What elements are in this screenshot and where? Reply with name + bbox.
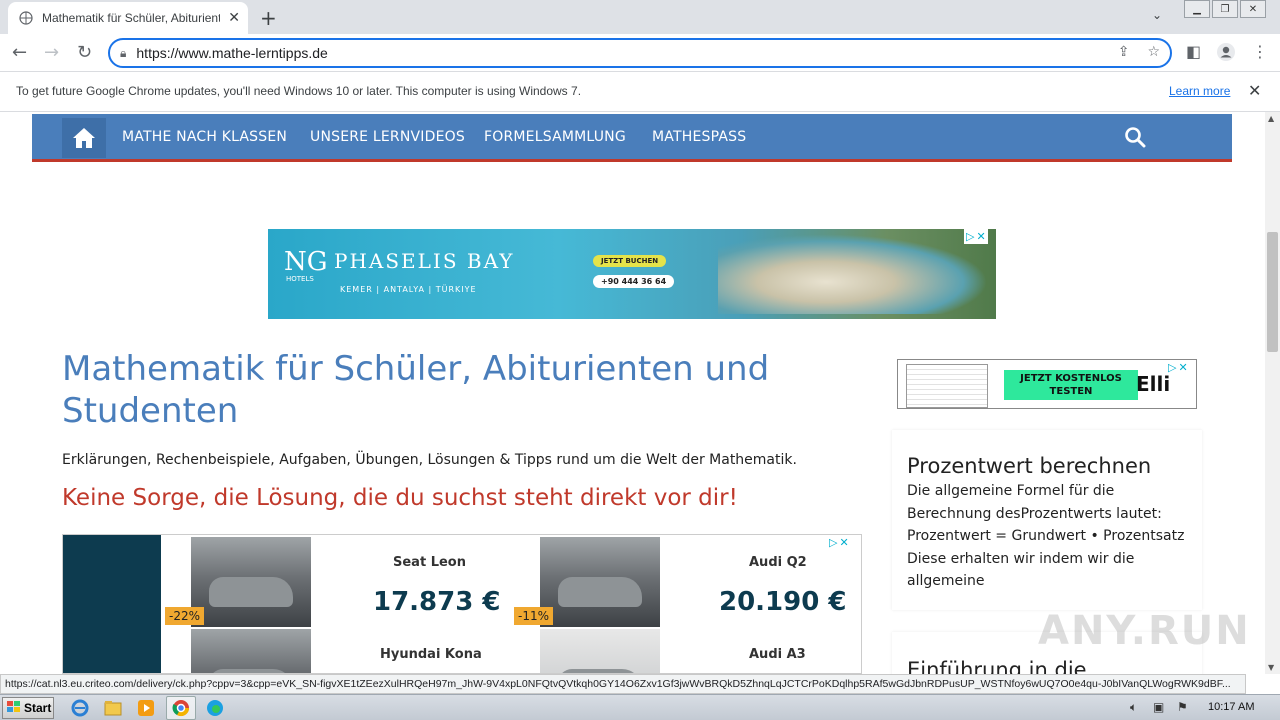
side-panel-icon[interactable]: ◧ bbox=[1186, 42, 1201, 61]
adchoices: ▷ ✕ bbox=[827, 535, 851, 550]
scrollbar-thumb[interactable] bbox=[1267, 232, 1278, 352]
menu-icon[interactable]: ⋮ bbox=[1252, 42, 1268, 61]
chrome-icon[interactable] bbox=[171, 698, 191, 718]
bookmark-star-icon[interactable]: ☆ bbox=[1147, 44, 1160, 60]
close-window-button[interactable]: ✕ bbox=[1240, 0, 1266, 18]
reload-button[interactable]: ↻ bbox=[77, 42, 92, 63]
page-viewport: MATHE NACH KLASSEN UNSERE LERNVIDEOS FOR… bbox=[0, 112, 1265, 674]
adchoices: ▷ ✕ bbox=[964, 229, 988, 244]
profile-avatar-icon[interactable] bbox=[1216, 42, 1236, 66]
ad-cta-button[interactable]: JETZT KOSTENLOS TESTEN bbox=[1004, 370, 1138, 400]
page-title: Mathematik für Schüler, Abiturienten und… bbox=[62, 349, 770, 431]
adchoices-icon[interactable]: ▷ bbox=[1168, 361, 1176, 374]
omnibox-actions: ⇪ ☆ bbox=[1118, 44, 1160, 60]
infobar-message: To get future Google Chrome updates, you… bbox=[16, 84, 582, 98]
ad-close-icon[interactable]: ✕ bbox=[976, 230, 985, 243]
tab-active[interactable]: Mathematik für Schüler, Abiturienten ✕ bbox=[8, 2, 248, 34]
car-image bbox=[540, 629, 660, 673]
discount-badge: -11% bbox=[514, 607, 554, 625]
globe-icon bbox=[18, 10, 34, 26]
car-image bbox=[191, 629, 311, 673]
minimize-button[interactable]: ▁ bbox=[1184, 0, 1210, 18]
car-name: Seat Leon bbox=[393, 555, 466, 570]
car-name: Audi Q2 bbox=[749, 555, 807, 570]
ad-close-icon[interactable]: ✕ bbox=[839, 536, 848, 549]
nav-item-formelsammlung[interactable]: FORMELSAMMLUNG bbox=[484, 129, 626, 145]
nav-item-mathespass[interactable]: MATHESPASS bbox=[652, 129, 746, 145]
widget-title[interactable]: Einführung in die bbox=[907, 658, 1087, 674]
search-icon[interactable] bbox=[1124, 126, 1146, 152]
ad-hotels-label: HOTELS bbox=[286, 275, 314, 283]
page-scrollbar[interactable]: ▲ ▼ bbox=[1265, 112, 1280, 674]
start-button[interactable]: Start bbox=[2, 697, 54, 719]
car-price: 20.190 € bbox=[719, 587, 847, 617]
tab-bar: Mathematik für Schüler, Abiturienten ✕ +… bbox=[0, 0, 1280, 34]
back-button[interactable]: ← bbox=[12, 42, 27, 63]
tab-close-icon[interactable]: ✕ bbox=[228, 10, 240, 26]
edge-icon[interactable] bbox=[205, 698, 225, 718]
widget-body: Die allgemeine Formel für die Berechnung… bbox=[907, 483, 1185, 589]
media-player-icon[interactable] bbox=[136, 698, 156, 718]
explorer-folder-icon[interactable] bbox=[103, 698, 123, 718]
car-image bbox=[191, 537, 311, 627]
learn-more-link[interactable]: Learn more bbox=[1169, 84, 1230, 98]
tab-title: Mathematik für Schüler, Abiturienten bbox=[42, 11, 220, 25]
tab-search-icon[interactable]: ⌄ bbox=[1152, 8, 1162, 22]
ad-brand: Elli bbox=[1136, 372, 1171, 396]
volume-icon[interactable]: 🔈︎ bbox=[1130, 700, 1137, 715]
phaselis-bay-ad[interactable]: NG HOTELS PHASELIS BAY KEMER | ANTALYA |… bbox=[268, 229, 996, 319]
ad-phone: +90 444 36 64 bbox=[593, 275, 675, 288]
car-name: Audi A3 bbox=[749, 647, 806, 662]
windows-logo-icon bbox=[7, 700, 21, 716]
slogan-text: Keine Sorge, die Lösung, die du suchst s… bbox=[62, 485, 738, 511]
ie-icon[interactable] bbox=[70, 698, 90, 718]
link-status-bar: https://cat.nl3.eu.criteo.com/delivery/c… bbox=[0, 674, 1246, 694]
adchoices-icon[interactable]: ▷ bbox=[829, 536, 837, 549]
close-infobar-icon[interactable]: ✕ bbox=[1248, 81, 1261, 100]
share-icon[interactable]: ⇪ bbox=[1118, 44, 1130, 60]
discount-badge: -22% bbox=[165, 607, 205, 625]
car-name: Hyundai Kona bbox=[380, 647, 482, 662]
scroll-up-icon[interactable]: ▲ bbox=[1268, 114, 1274, 123]
restore-button[interactable]: ❐ bbox=[1212, 0, 1238, 18]
adchoices-icon[interactable]: ▷ bbox=[966, 230, 974, 243]
ad-book-button[interactable]: JETZT BUCHEN bbox=[593, 255, 667, 267]
address-bar[interactable]: 🔒︎ https://www.mathe-lerntipps.de ⇪ ☆ bbox=[108, 38, 1172, 68]
browser-toolbar: ← → ↻ 🔒︎ https://www.mathe-lerntipps.de … bbox=[0, 34, 1280, 72]
resort-image bbox=[718, 234, 988, 314]
nav-item-klassen[interactable]: MATHE NACH KLASSEN bbox=[122, 129, 287, 145]
network-icon[interactable]: ▣ bbox=[1153, 700, 1164, 714]
update-infobar: To get future Google Chrome updates, you… bbox=[0, 72, 1280, 112]
nav-item-lernvideos[interactable]: UNSERE LERNVIDEOS bbox=[310, 129, 465, 145]
clock[interactable]: 10:17 AM bbox=[1208, 701, 1254, 713]
lock-icon[interactable]: 🔒︎ bbox=[120, 46, 126, 61]
ad-logo: NG bbox=[284, 247, 328, 277]
window-controls: ▁ ❐ ✕ bbox=[1184, 0, 1268, 18]
new-tab-button[interactable]: + bbox=[260, 6, 277, 30]
watermark: ANY.RUN bbox=[1038, 608, 1251, 654]
url-text: https://www.mathe-lerntipps.de bbox=[136, 45, 328, 61]
adchoices: ▷ ✕ bbox=[1166, 360, 1190, 375]
ad-brand-panel bbox=[63, 535, 161, 673]
action-center-flag-icon[interactable]: ⚑ bbox=[1177, 700, 1188, 714]
intro-text: Erklärungen, Rechenbeispiele, Aufgaben, … bbox=[62, 452, 797, 468]
ad-close-icon[interactable]: ✕ bbox=[1178, 361, 1187, 374]
start-label: Start bbox=[24, 701, 52, 715]
site-navigation: MATHE NACH KLASSEN UNSERE LERNVIDEOS FOR… bbox=[32, 114, 1232, 162]
elli-ad[interactable]: JETZT KOSTENLOS TESTEN Elli ▷ ✕ bbox=[897, 359, 1197, 409]
home-icon[interactable] bbox=[62, 118, 106, 158]
ad-screenshot bbox=[906, 364, 988, 408]
scroll-down-icon[interactable]: ▼ bbox=[1268, 663, 1274, 672]
widget-title[interactable]: Prozentwert berechnen bbox=[907, 454, 1151, 478]
ad-brand: PHASELIS BAY bbox=[334, 249, 515, 273]
windows-taskbar: Start 🔈︎ ▣ ⚑ 10:17 AM bbox=[0, 694, 1280, 720]
car-ad[interactable]: -22% Seat Leon 17.873 € -11% Audi Q2 20.… bbox=[62, 534, 862, 674]
sidebar-widget[interactable]: Prozentwert berechnen Die allgemeine For… bbox=[892, 430, 1202, 610]
forward-button[interactable]: → bbox=[44, 42, 59, 63]
car-image bbox=[540, 537, 660, 627]
car-price: 17.873 € bbox=[373, 587, 501, 617]
ad-locations: KEMER | ANTALYA | TÜRKIYE bbox=[340, 285, 477, 294]
